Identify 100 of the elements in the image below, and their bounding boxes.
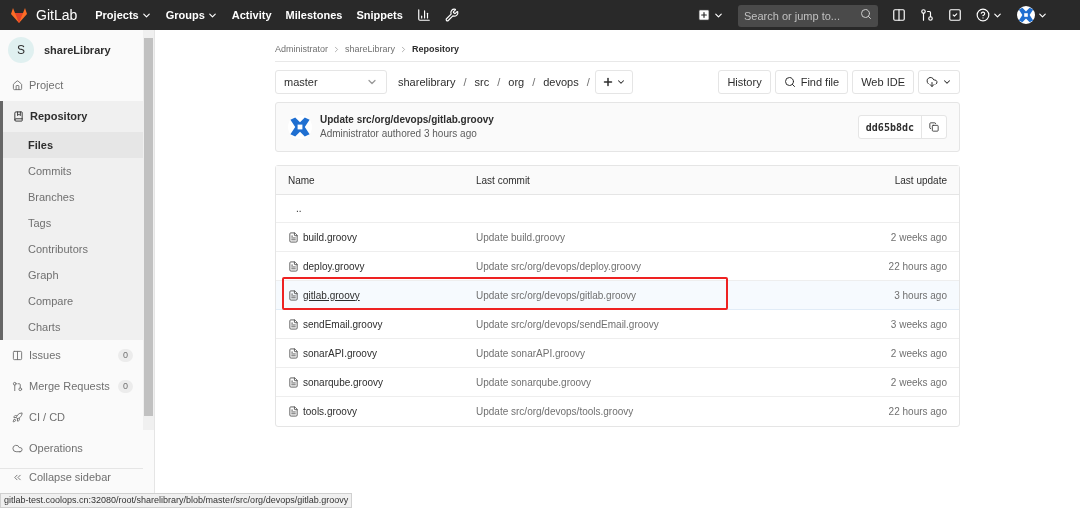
todo-icon[interactable] <box>948 8 962 22</box>
commit-message-link[interactable]: Update src/org/devops/sendEmail.groovy <box>476 316 807 332</box>
file-row[interactable]: sendEmail.groovy Update src/org/devops/sendEmail.groovy 3 weeks ago <box>276 310 959 339</box>
file-icon <box>288 289 299 301</box>
commit-meta: Administrator authored 3 hours ago <box>320 127 478 141</box>
copy-icon <box>929 122 939 132</box>
cloud-icon <box>12 443 23 454</box>
commit-message-link[interactable]: Update build.groovy <box>476 229 807 245</box>
sidebar-item[interactable]: Operations <box>0 433 143 464</box>
collapse-icon <box>12 472 23 483</box>
breadcrumb-link[interactable]: shareLibrary <box>345 42 396 57</box>
update-time: 3 weeks ago <box>889 317 947 332</box>
download-button[interactable] <box>918 70 960 94</box>
caret-icon <box>942 77 952 87</box>
sidebar-item[interactable]: Issues 0 <box>0 340 143 371</box>
file-row[interactable]: build.groovy Update build.groovy 2 weeks ago <box>276 223 959 252</box>
scrollbar-thumb[interactable] <box>144 38 153 416</box>
commit-message-link[interactable]: Update src/org/devops/gitlab.groovy <box>476 287 807 303</box>
author-avatar <box>288 115 312 139</box>
commit-message-link[interactable]: Update sonarqube.groovy <box>476 374 807 390</box>
caret-icon <box>615 77 626 87</box>
new-item-button[interactable] <box>697 8 724 22</box>
file-name-link[interactable]: build.groovy <box>303 229 357 245</box>
breadcrumb-link[interactable]: Administrator <box>275 42 328 57</box>
wrench-icon[interactable] <box>444 8 459 22</box>
file-row[interactable]: sonarAPI.groovy Update sonarAPI.groovy 2 weeks ago <box>276 339 959 368</box>
sidebar-item[interactable]: Merge Requests 0 <box>0 371 143 402</box>
file-icon <box>288 260 299 272</box>
file-icon <box>288 376 299 388</box>
search-field[interactable]: Search or jump to... <box>738 5 878 27</box>
sidebar-item[interactable]: Project <box>0 70 143 101</box>
path-link[interactable]: org <box>508 73 525 91</box>
help-icon <box>976 8 990 22</box>
nav-link[interactable]: Snippets <box>356 6 403 24</box>
path-separator: / <box>586 74 590 90</box>
nav-link[interactable]: Activity <box>231 6 272 24</box>
rocket-icon <box>12 412 23 423</box>
file-icon <box>288 231 299 243</box>
update-time: 3 hours ago <box>893 288 947 303</box>
sidebar-subitem[interactable]: Tags <box>3 210 143 236</box>
avatar-icon <box>1017 6 1035 24</box>
nav-link[interactable]: Milestones <box>285 6 343 24</box>
sidebar-item[interactable]: Repository <box>3 101 143 132</box>
search-icon <box>783 76 796 88</box>
link-preview-tooltip: gitlab-test.coolops.cn:32080/root/sharelibrary/blob/master/src/org/devops/gitlab.groovy <box>0 493 353 508</box>
sidebar-subitem[interactable]: Contributors <box>3 236 143 262</box>
column-header: Last commit <box>476 173 531 188</box>
file-name-link[interactable]: sendEmail.groovy <box>303 316 383 332</box>
file-name-link[interactable]: sonarqube.groovy <box>303 374 384 390</box>
parent-directory-link[interactable]: .. <box>296 201 302 216</box>
file-name-link[interactable]: tools.groovy <box>303 404 357 419</box>
sidebar-subitem[interactable]: Compare <box>3 288 143 314</box>
commit-message-link[interactable]: Update src/org/devops/tools.groovy <box>476 404 807 419</box>
chart-icon[interactable] <box>416 8 431 22</box>
project-avatar: S <box>8 37 34 63</box>
commit-message-link[interactable]: Update sonarAPI.groovy <box>476 345 807 361</box>
sidebar-subitem[interactable]: Files <box>3 132 143 158</box>
search-icon <box>860 8 872 20</box>
column-header: Last update <box>893 173 947 188</box>
brand-name[interactable]: GitLab <box>36 4 78 26</box>
file-name-link[interactable]: deploy.groovy <box>303 258 365 274</box>
breadcrumb-link[interactable]: Repository <box>412 42 460 57</box>
toolbar-button[interactable]: Web IDE <box>852 70 914 94</box>
plus-icon <box>697 8 711 22</box>
user-menu-button[interactable] <box>1017 6 1048 24</box>
project-name[interactable]: shareLibrary <box>44 41 111 59</box>
sidebar-subitem[interactable]: Charts <box>3 314 143 340</box>
plus-icon <box>601 76 614 88</box>
path-link[interactable]: src <box>474 73 490 91</box>
count-badge: 0 <box>118 379 133 394</box>
book-icon <box>13 111 24 122</box>
path-link[interactable]: sharelibrary <box>398 73 456 91</box>
commit-message-link[interactable]: Update src/org/devops/deploy.groovy <box>476 258 807 274</box>
sidebar-item[interactable]: CI / CD <box>0 402 143 433</box>
file-row[interactable]: sonarqube.groovy Update sonarqube.groovy 2 weeks ago <box>276 368 959 397</box>
toolbar-button[interactable]: History <box>718 70 771 94</box>
update-time: 22 hours ago <box>887 259 947 274</box>
sidebar-subitem[interactable]: Graph <box>3 262 143 288</box>
sidebar-subitem[interactable]: Commits <box>3 158 143 184</box>
house-icon <box>12 80 23 91</box>
cloud-download-icon <box>926 76 938 88</box>
commit-title-link[interactable]: Update src/org/devops/gitlab.groovy <box>320 113 494 127</box>
help-button[interactable] <box>976 8 1003 22</box>
merge-request-icon[interactable] <box>920 8 934 22</box>
nav-link[interactable]: Projects <box>95 6 152 24</box>
file-row[interactable]: tools.groovy Update src/org/devops/tools.groovy 22 hours ago <box>276 397 959 426</box>
nav-link[interactable]: Groups <box>165 6 218 24</box>
path-link[interactable]: devops <box>543 73 579 91</box>
sidebar-subitem[interactable]: Branches <box>3 184 143 210</box>
file-name-link[interactable]: gitlab.groovy <box>303 287 360 303</box>
column-header: Name <box>288 173 316 188</box>
file-icon <box>288 318 299 330</box>
update-time: 2 weeks ago <box>889 346 947 361</box>
path-separator: / <box>497 74 501 90</box>
update-time: 2 weeks ago <box>889 375 947 390</box>
toolbar-button[interactable]: Find file <box>774 70 849 94</box>
branch-dropdown[interactable]: master <box>275 70 387 94</box>
file-name-link[interactable]: sonarAPI.groovy <box>303 345 377 361</box>
collapse-sidebar-link[interactable]: Collapse sidebar <box>29 469 111 486</box>
add-dropdown-button[interactable] <box>594 70 633 94</box>
